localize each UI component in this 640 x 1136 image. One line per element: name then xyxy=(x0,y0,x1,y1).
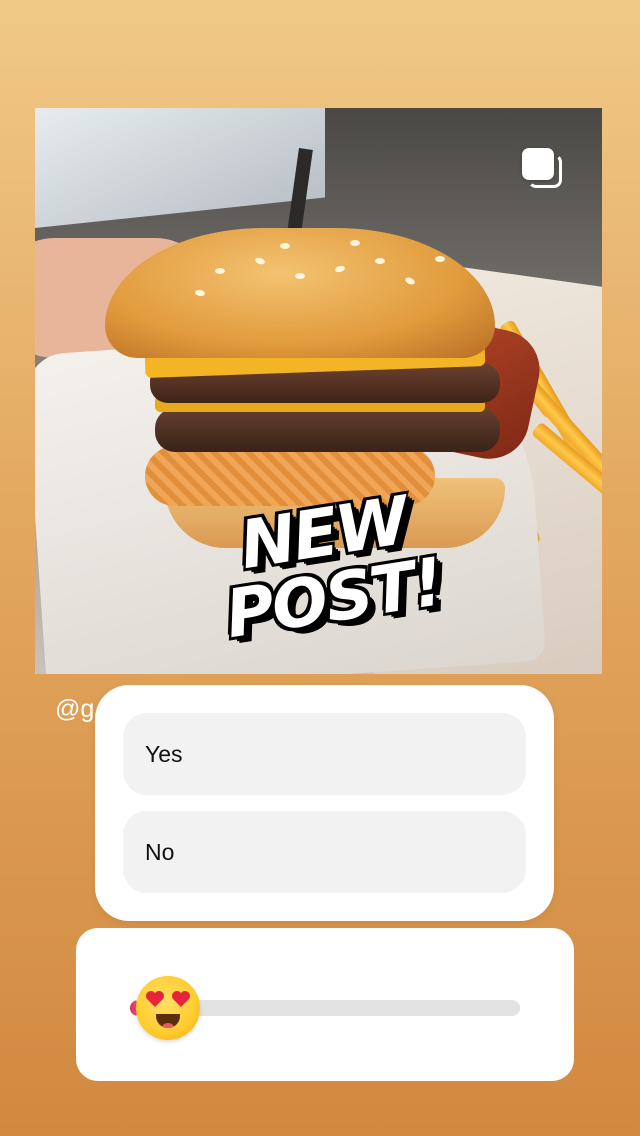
mention-link[interactable]: @g xyxy=(55,695,99,724)
heart-eyes-emoji-icon[interactable] xyxy=(136,976,200,1040)
poll-option-yes[interactable]: Yes xyxy=(123,713,526,795)
emoji-slider-sticker xyxy=(76,928,574,1081)
multiple-images-icon xyxy=(522,148,562,188)
table-background xyxy=(35,108,325,228)
poll-option-label: Yes xyxy=(145,740,183,767)
poll-option-no[interactable]: No xyxy=(123,811,526,893)
poll-sticker: Yes No xyxy=(95,685,554,921)
poll-option-label: No xyxy=(145,838,175,865)
